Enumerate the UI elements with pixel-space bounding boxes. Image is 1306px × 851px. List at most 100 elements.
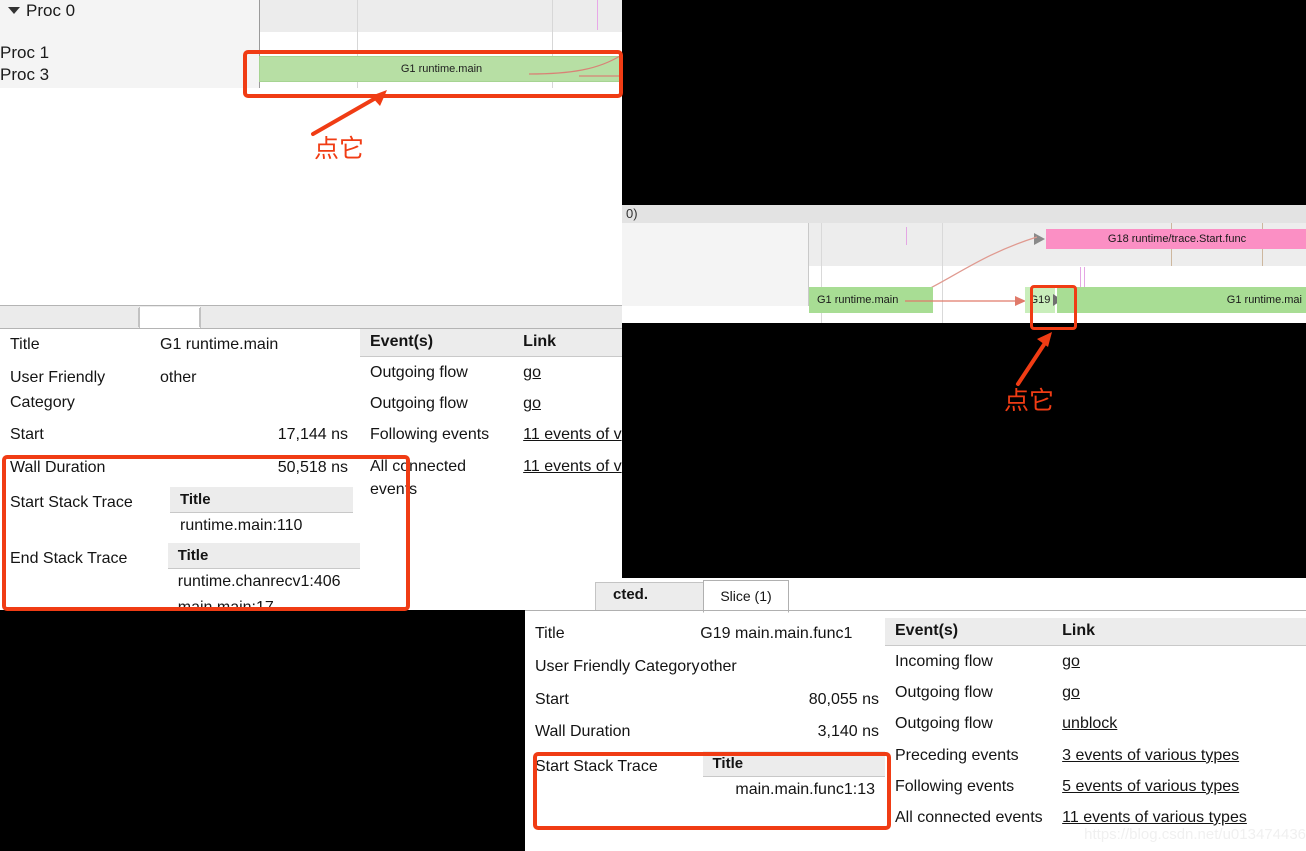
col-header-link: Link [523, 333, 557, 350]
slice-label: G1 runtime.main [817, 294, 899, 306]
col-header-link: Link [1062, 622, 1096, 639]
slice-g18-trace-start[interactable]: G18 runtime/trace.Start.func [1046, 229, 1306, 249]
events-table-header: Event(s) Link [885, 618, 1306, 646]
table-row: Start 17,144 ns [0, 419, 360, 452]
event-name: Incoming flow [895, 653, 993, 670]
details-tab-bar-top[interactable] [0, 305, 622, 329]
table-row: Start 80,055 ns [525, 684, 885, 717]
slice-g1-runtime-main-right[interactable]: G1 runtime.mai [1057, 287, 1306, 313]
event-link[interactable]: go [513, 388, 622, 419]
row-value: other [160, 368, 197, 386]
stack-trace-table: Title main.main.func1:13 [702, 751, 885, 804]
row-key: Start [535, 690, 569, 708]
table-row: Wall Duration 3,140 ns [525, 716, 885, 749]
trace-timeline-top[interactable]: Proc 0 Proc 1 Proc 3 G1 runtime.main [0, 0, 622, 318]
event-name: Outgoing flow [370, 395, 468, 413]
event-marker [597, 0, 598, 30]
event-name: Outgoing flow [895, 715, 993, 733]
slice-label: G1 runtime.mai [1226, 294, 1302, 306]
table-row: Outgoing flow go [885, 677, 1306, 708]
tab-slice[interactable]: Slice (1) [703, 580, 789, 613]
slice-label: G19 [1029, 294, 1051, 306]
tab-slice-label: Slice (1) [720, 588, 772, 604]
slice-properties-table-bottom: Title G19 main.main.func1 User Friendly … [525, 618, 885, 804]
tab-inactive-label: cted. [613, 586, 649, 603]
annotation-label-2: 点它 [1004, 386, 1055, 415]
proc-label-pane: Proc 0 Proc 1 Proc 3 [0, 0, 259, 88]
event-link[interactable]: go [1052, 677, 1306, 708]
track-area-top[interactable]: G1 runtime.main [259, 0, 622, 88]
row-value: 3,140 ns [817, 723, 879, 741]
table-row: Outgoing flow go [360, 388, 622, 419]
table-row: Wall Duration 50,518 ns [0, 452, 360, 485]
tab-divider [199, 308, 200, 327]
event-link[interactable]: unblock [1052, 708, 1306, 739]
row-key: Start Stack Trace [535, 758, 658, 776]
events-table-top: Event(s) Link Outgoing flow go Outgoing … [360, 329, 622, 505]
track-area-right[interactable]: G18 runtime/trace.Start.func G1 runtime.… [809, 223, 1306, 323]
stack-trace-header: Title [170, 486, 353, 513]
slice-properties-table-top: Title G1 runtime.main User Friendly Cate… [0, 329, 360, 610]
table-row: Outgoing flow unblock [885, 708, 1306, 739]
watermark: https://blog.csdn.net/u013474436 [1084, 826, 1306, 843]
event-name: Following events [370, 426, 490, 444]
tab-underline [525, 610, 1306, 611]
sidebar-item-proc-0[interactable]: Proc 0 [26, 1, 75, 21]
table-row: Title G1 runtime.main [0, 329, 360, 362]
col-header-events: Event(s) [895, 622, 959, 639]
stack-frame: main.main.func1:13 [735, 781, 875, 799]
tab-inactive[interactable] [595, 582, 704, 611]
slice-label: G18 runtime/trace.Start.func [1107, 233, 1247, 245]
table-row: User Friendly Category other [525, 651, 885, 684]
table-row: Outgoing flow go [360, 357, 622, 388]
stack-frame: runtime.main:110 [180, 516, 303, 534]
col-header-events: Event(s) [370, 333, 434, 350]
sidebar-item-proc-1[interactable]: Proc 1 [0, 43, 49, 63]
start-stack-trace-row: Start Stack Trace Title runtime.main:110 [0, 486, 360, 539]
event-name: Following events [895, 777, 1015, 795]
row-value: 50,518 ns [277, 459, 348, 477]
event-link[interactable]: go [513, 357, 622, 388]
stack-trace-header: Title [702, 751, 885, 778]
table-row: Incoming flow go [885, 646, 1306, 677]
annotation-arrow-1-icon [311, 90, 387, 136]
table-row: Following events 11 events of v [360, 419, 622, 450]
event-link[interactable]: 5 events of various types [1052, 771, 1306, 802]
flow-arrow-icon [529, 53, 622, 77]
table-row: Preceding events 3 events of various typ… [885, 740, 1306, 771]
row-key: End Stack Trace [10, 549, 128, 567]
row-key: Wall Duration [10, 459, 106, 477]
row-key: Start [10, 426, 44, 444]
annotation-arrow-2-icon [1016, 332, 1052, 386]
trace-timeline-right[interactable]: 0) G18 runtime/trace.Start.func G1 runti… [622, 205, 1306, 323]
event-name: All connected events [895, 808, 1043, 826]
row-key: User Friendly Category [10, 368, 106, 411]
row-value: 80,055 ns [808, 690, 879, 708]
stack-trace-table: Title runtime.chanrecv1:406 main.main:17 [167, 542, 360, 610]
sidebar-item-proc-3[interactable]: Proc 3 [0, 65, 49, 85]
time-ruler[interactable]: 0) [622, 205, 1306, 223]
event-marker [1080, 267, 1081, 289]
chevron-down-icon[interactable] [8, 7, 20, 14]
events-table-header: Event(s) Link [360, 329, 622, 357]
row-key: Wall Duration [535, 723, 631, 741]
tab-active[interactable] [139, 307, 201, 328]
event-link[interactable]: 11 events of v [513, 451, 622, 482]
table-row: Title G19 main.main.func1 [525, 618, 885, 651]
event-name: All connected events [370, 457, 467, 498]
slice-g19-selected[interactable]: G19 [1025, 287, 1055, 313]
start-stack-trace-row: Start Stack Trace Title main.main.func1:… [525, 751, 885, 804]
event-link[interactable]: go [1052, 646, 1306, 677]
row-value: G19 main.main.func1 [700, 625, 853, 642]
details-panel-top[interactable]: Title G1 runtime.main User Friendly Cate… [0, 305, 622, 610]
row-value: 17,144 ns [277, 426, 348, 444]
event-marker [1084, 267, 1085, 289]
stack-trace-header: Title [167, 542, 360, 569]
row-value: other [700, 657, 737, 675]
event-link[interactable]: 3 events of various types [1052, 740, 1306, 771]
event-name: Preceding events [895, 746, 1019, 764]
tab-strip-gap [525, 578, 595, 610]
details-tab-bar-bottom[interactable]: cted. Slice (1) [525, 578, 1306, 613]
details-panel-bottom[interactable]: cted. Slice (1) Title G19 main.main.func… [525, 578, 1306, 851]
event-link[interactable]: 11 events of v [513, 419, 622, 450]
